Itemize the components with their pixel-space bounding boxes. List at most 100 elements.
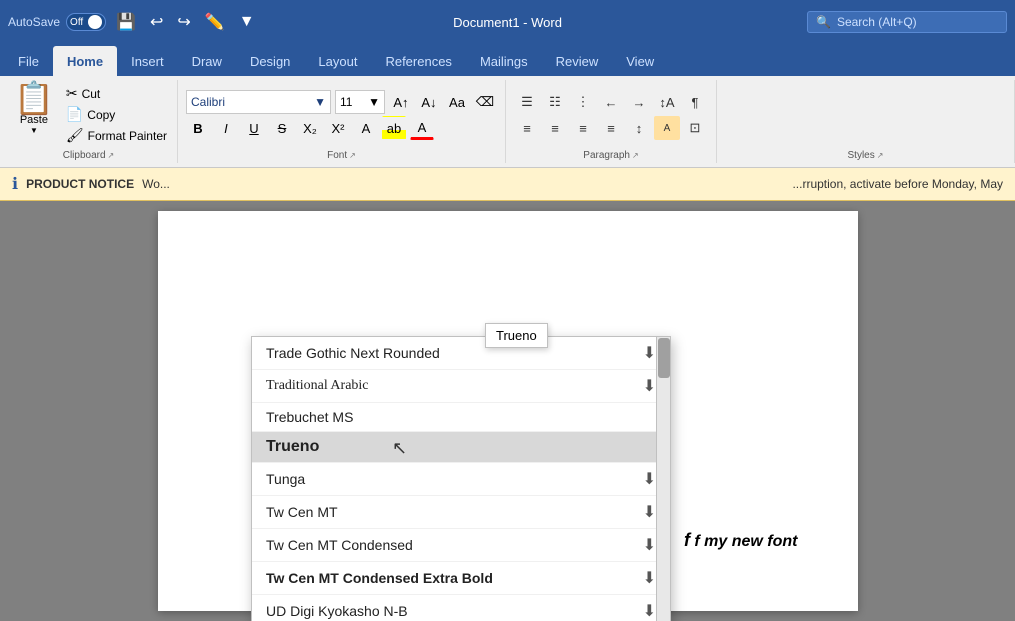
window-title: Document1 - Word [453, 15, 562, 30]
font-item-trebuchet[interactable]: Trebuchet MS [252, 403, 670, 432]
tab-file[interactable]: File [4, 46, 53, 76]
bullets-button[interactable]: ☰ [514, 90, 540, 114]
font-item-ud-digi-n-b[interactable]: UD Digi Kyokasho N-B ⬇ [252, 595, 670, 621]
tab-layout[interactable]: Layout [304, 46, 371, 76]
line-spacing-button[interactable]: ↕ [626, 116, 652, 140]
format-painter-button[interactable]: 🖌 Format Painter [64, 126, 169, 145]
tab-draw[interactable]: Draw [178, 46, 236, 76]
text-highlight-button[interactable]: ab [382, 116, 406, 140]
show-hide-button[interactable]: ¶ [682, 90, 708, 114]
title-bar: AutoSave Off 💾 ↩ ↪ ✏️ ▼ Document1 - Word… [0, 0, 1015, 44]
font-expand-icon[interactable]: ↗ [349, 151, 356, 160]
download-icon[interactable]: ⬇ [643, 568, 656, 588]
tab-mailings[interactable]: Mailings [466, 46, 542, 76]
clipboard-expand-icon[interactable]: ↗ [108, 151, 115, 160]
font-item-trueno[interactable]: Trueno [252, 432, 670, 463]
scrollbar-thumb [658, 338, 670, 378]
align-buttons-row: ≡ ≡ ≡ ≡ ↕ A ⊡ [514, 116, 708, 140]
undo-icon[interactable]: ↩ [146, 8, 167, 36]
increase-indent-button[interactable]: → [626, 90, 652, 114]
notice-icon: ℹ [12, 174, 18, 194]
download-icon[interactable]: ⬇ [643, 469, 656, 489]
justify-button[interactable]: ≡ [598, 116, 624, 140]
draw-icon[interactable]: ✏️ [201, 8, 229, 36]
font-item-name: Trebuchet MS [266, 409, 656, 425]
font-dropdown-scrollbar[interactable] [656, 337, 670, 621]
numbering-button[interactable]: ☷ [542, 90, 568, 114]
decrease-indent-button[interactable]: ← [598, 90, 624, 114]
paragraph-expand-icon[interactable]: ↗ [632, 151, 639, 160]
styles-group-label: Styles ↗ [848, 150, 884, 163]
align-center-button[interactable]: ≡ [542, 116, 568, 140]
font-format-row: B I U S X₂ X² A ab A [186, 116, 497, 140]
font-item-trade-gothic[interactable]: Trade Gothic Next Rounded ⬇ [252, 337, 670, 370]
search-box[interactable]: 🔍 Search (Alt+Q) [807, 11, 1007, 33]
customize-icon[interactable]: ▼ [235, 9, 259, 35]
font-color-button[interactable]: A [410, 116, 434, 140]
doc-text-area: f f my new font [684, 530, 798, 551]
notice-label: PRODUCT NOTICE [26, 177, 134, 191]
save-icon[interactable]: 💾 [112, 8, 140, 36]
change-case-button[interactable]: Aa [445, 90, 469, 114]
shrink-font-button[interactable]: A↓ [417, 90, 441, 114]
tab-design[interactable]: Design [236, 46, 304, 76]
styles-group: Styles ↗ [717, 80, 1015, 163]
superscript-button[interactable]: X² [326, 116, 350, 140]
grow-font-button[interactable]: A↑ [389, 90, 413, 114]
paste-button[interactable]: 📋 Paste ▼ [8, 80, 60, 137]
clear-formatting-button[interactable]: ⌫ [473, 90, 497, 114]
copy-icon: 📄 [66, 106, 83, 123]
text-effects-button[interactable]: A [354, 116, 378, 140]
align-right-button[interactable]: ≡ [570, 116, 596, 140]
copy-button[interactable]: 📄 Copy [64, 105, 169, 124]
autosave-toggle[interactable]: Off [66, 13, 106, 31]
borders-button[interactable]: ⊡ [682, 116, 708, 140]
font-item-tw-cen-mt[interactable]: Tw Cen MT ⬇ [252, 496, 670, 529]
search-placeholder: Search (Alt+Q) [837, 15, 917, 29]
paste-label: Paste [20, 114, 48, 126]
underline-button[interactable]: U [242, 116, 266, 140]
font-name-arrow: ▼ [314, 95, 326, 109]
bold-button[interactable]: B [186, 116, 210, 140]
tab-review[interactable]: Review [542, 46, 613, 76]
multilevel-list-button[interactable]: ⋮ [570, 90, 596, 114]
paste-arrow: ▼ [30, 126, 38, 135]
download-icon[interactable]: ⬇ [643, 535, 656, 555]
strikethrough-button[interactable]: S [270, 116, 294, 140]
download-icon[interactable]: ⬇ [643, 343, 656, 363]
cut-icon: ✂ [66, 85, 78, 102]
tab-references[interactable]: References [371, 46, 465, 76]
download-icon[interactable]: ⬇ [643, 601, 656, 621]
clipboard-small-buttons: ✂ Cut 📄 Copy 🖌 Format Painter [64, 80, 169, 145]
font-item-tw-cen-mt-condensed-extra-bold[interactable]: Tw Cen MT Condensed Extra Bold ⬇ [252, 562, 670, 595]
tab-home[interactable]: Home [53, 46, 117, 76]
cursor: ↖ [392, 438, 407, 459]
font-item-name: Tunga [266, 471, 643, 487]
align-left-button[interactable]: ≡ [514, 116, 540, 140]
document-area: ℹ PRODUCT NOTICE Wo... ...rruption, acti… [0, 168, 1015, 621]
subscript-button[interactable]: X₂ [298, 116, 322, 140]
font-size-value: 11 [340, 95, 352, 109]
styles-expand-icon[interactable]: ↗ [877, 151, 884, 160]
download-icon[interactable]: ⬇ [643, 376, 656, 396]
font-content: Calibri ▼ 11 ▼ A↑ A↓ Aa ⌫ B I U S X₂ X² … [186, 80, 497, 150]
font-group: Calibri ▼ 11 ▼ A↑ A↓ Aa ⌫ B I U S X₂ X² … [178, 80, 506, 163]
tab-view[interactable]: View [612, 46, 668, 76]
list-buttons-row: ☰ ☷ ⋮ ← → ↕A ¶ [514, 90, 708, 114]
tab-insert[interactable]: Insert [117, 46, 178, 76]
font-item-tw-cen-mt-condensed[interactable]: Tw Cen MT Condensed ⬇ [252, 529, 670, 562]
font-tooltip: Trueno [485, 323, 548, 348]
shading-button[interactable]: A [654, 116, 680, 140]
italic-button[interactable]: I [214, 116, 238, 140]
font-item-tunga[interactable]: Tunga ⬇ [252, 463, 670, 496]
title-bar-left: AutoSave Off 💾 ↩ ↪ ✏️ ▼ [8, 8, 259, 36]
font-item-traditional-arabic[interactable]: Traditional Arabic ⬇ [252, 370, 670, 403]
clipboard-group: 📋 Paste ▼ ✂ Cut 📄 Copy 🖌 Format Painter [0, 80, 178, 163]
font-size-dropdown[interactable]: 11 ▼ [335, 90, 385, 114]
download-icon[interactable]: ⬇ [643, 502, 656, 522]
font-name-dropdown[interactable]: Calibri ▼ [186, 90, 331, 114]
cut-button[interactable]: ✂ Cut [64, 84, 169, 103]
sort-button[interactable]: ↕A [654, 90, 680, 114]
search-icon: 🔍 [816, 15, 831, 29]
redo-icon[interactable]: ↪ [173, 8, 194, 36]
